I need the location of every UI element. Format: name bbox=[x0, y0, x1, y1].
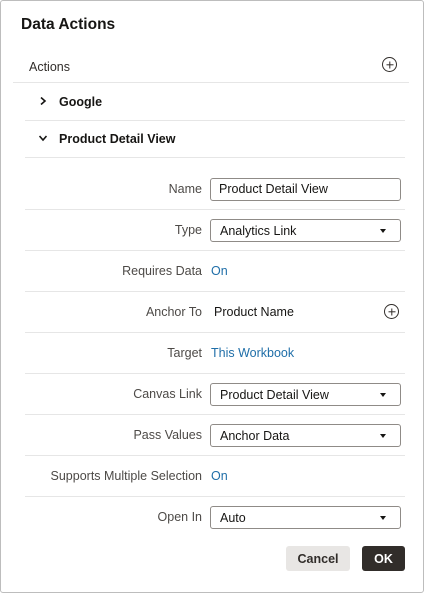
section-product-detail-view[interactable]: Product Detail View bbox=[25, 122, 405, 158]
name-label: Name bbox=[168, 182, 202, 196]
target-link[interactable]: This Workbook bbox=[211, 346, 294, 360]
pass-values-select[interactable]: Anchor Data bbox=[210, 424, 401, 447]
actions-label: Actions bbox=[29, 60, 70, 74]
canvas-link-value: Product Detail View bbox=[220, 388, 329, 402]
canvas-link-label: Canvas Link bbox=[133, 387, 202, 401]
open-in-select[interactable]: Auto bbox=[210, 506, 401, 529]
open-in-value: Auto bbox=[220, 511, 246, 525]
requires-data-row: Requires Data On bbox=[25, 251, 405, 292]
anchor-to-row: Anchor To Product Name bbox=[25, 292, 405, 333]
canvas-link-select[interactable]: Product Detail View bbox=[210, 383, 401, 406]
add-anchor-icon[interactable] bbox=[384, 304, 399, 319]
section-google-label: Google bbox=[59, 95, 103, 109]
requires-data-toggle[interactable]: On bbox=[211, 264, 228, 278]
name-input[interactable]: Product Detail View bbox=[210, 178, 401, 201]
supports-multiple-selection-row: Supports Multiple Selection On bbox=[25, 456, 405, 497]
cancel-button[interactable]: Cancel bbox=[286, 546, 350, 571]
caret-down-icon bbox=[380, 393, 386, 397]
type-row: Type Analytics Link bbox=[25, 210, 405, 251]
anchor-to-value: Product Name bbox=[214, 305, 294, 319]
pass-values-row: Pass Values Anchor Data bbox=[25, 415, 405, 456]
pass-values-label: Pass Values bbox=[133, 428, 202, 442]
canvas-link-row: Canvas Link Product Detail View bbox=[25, 374, 405, 415]
requires-data-label: Requires Data bbox=[122, 264, 202, 278]
data-actions-dialog: Data Actions Actions Google Product Deta… bbox=[0, 0, 424, 593]
section-google[interactable]: Google bbox=[25, 85, 405, 121]
chevron-right-icon bbox=[39, 97, 47, 105]
caret-down-icon bbox=[380, 229, 386, 233]
name-row: Name Product Detail View bbox=[25, 169, 405, 210]
add-action-icon[interactable] bbox=[382, 57, 397, 72]
pass-values-value: Anchor Data bbox=[220, 429, 290, 443]
open-in-row: Open In Auto bbox=[25, 497, 405, 538]
target-label: Target bbox=[167, 346, 202, 360]
caret-down-icon bbox=[380, 516, 386, 520]
actions-header: Actions bbox=[13, 51, 409, 83]
type-label: Type bbox=[174, 223, 202, 237]
dialog-title: Data Actions bbox=[21, 16, 116, 33]
caret-down-icon bbox=[380, 434, 386, 438]
supports-multiple-selection-label: Supports Multiple Selection bbox=[50, 469, 202, 483]
type-value: Analytics Link bbox=[220, 224, 297, 238]
open-in-label: Open In bbox=[157, 510, 202, 524]
chevron-down-icon bbox=[39, 134, 47, 142]
anchor-to-label: Anchor To bbox=[145, 305, 202, 319]
section-product-detail-view-label: Product Detail View bbox=[59, 132, 176, 146]
type-select[interactable]: Analytics Link bbox=[210, 219, 401, 242]
supports-multiple-selection-toggle[interactable]: On bbox=[211, 469, 228, 483]
target-row: Target This Workbook bbox=[25, 333, 405, 374]
ok-button[interactable]: OK bbox=[362, 546, 405, 571]
